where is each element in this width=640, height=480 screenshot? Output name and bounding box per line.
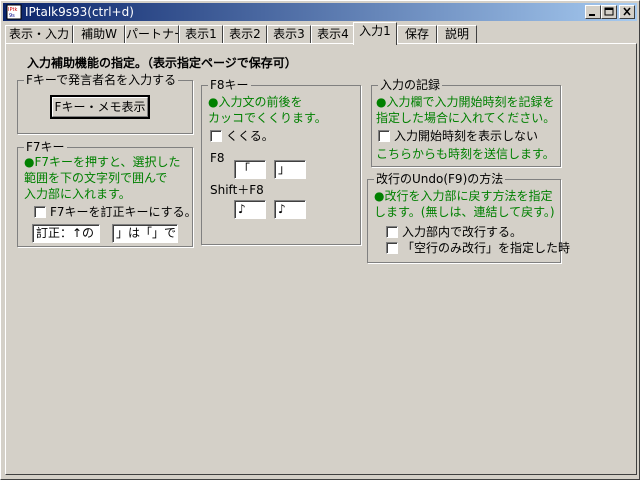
tab-partner[interactable]: パートナー: [125, 25, 179, 43]
maximize-button[interactable]: [601, 5, 617, 19]
input-record-group: 入力の記録 ●入力欄で入力開始時刻を記録を 指定した場合に入れてください。 入力…: [371, 78, 561, 167]
undo-newline-checkbox[interactable]: [386, 226, 398, 238]
undo-desc-line1: ●改行を入力部に戻す方法を指定: [374, 189, 553, 203]
title-bar[interactable]: IPtk 9s IPtalk9s93(ctrl+d): [3, 3, 637, 21]
page-heading: 入力補助機能の指定。（表示指定ページで保存可）: [27, 56, 297, 70]
shift-f8-open-field[interactable]: ♪: [234, 200, 266, 219]
f8-group-legend: F8キー: [208, 78, 251, 92]
svg-text:9s: 9s: [9, 13, 15, 19]
shift-f8-label: Shift＋F8: [210, 183, 264, 197]
tab-display-input[interactable]: 表示・入力: [5, 25, 73, 43]
f8-bracket-label: くくる。: [226, 129, 274, 143]
input-record-desc-line1: ●入力欄で入力開始時刻を記録を: [376, 95, 555, 109]
tab-assist-w[interactable]: 補助W: [73, 25, 125, 43]
tab-display1[interactable]: 表示1: [179, 25, 223, 43]
close-button[interactable]: [619, 5, 635, 19]
input-record-desc-line2: 指定した場合に入れてください。: [376, 111, 556, 125]
window-title: IPtalk9s93(ctrl+d): [25, 5, 134, 19]
tab-help[interactable]: 説明: [437, 25, 477, 43]
undo-newline-label: 入力部内で改行する。: [402, 225, 523, 239]
close-icon: [623, 7, 631, 16]
f8-close-field[interactable]: 」: [274, 160, 306, 179]
undo-blank-line-label: 「空行のみ改行」を指定した時: [402, 241, 571, 255]
fkey-memo-button[interactable]: Fキー・メモ表示: [50, 95, 150, 119]
undo-desc-line2: します。(無しは、連結して戻す。): [374, 205, 555, 219]
tab-strip: 表示・入力 補助W パートナー 表示1 表示2 表示3 表示4 入力1 保存 説…: [5, 22, 637, 45]
app-icon[interactable]: IPtk 9s: [6, 4, 22, 20]
minimize-button[interactable]: [585, 5, 601, 19]
tab-input1[interactable]: 入力1: [353, 22, 397, 45]
shift-f8-close-field[interactable]: ♪: [274, 200, 306, 219]
app-window: IPtk 9s IPtalk9s93(ctrl+d) 表示・入力 補助W パート…: [0, 0, 640, 480]
f7-prefix-field[interactable]: 訂正：↑の「: [32, 224, 100, 243]
f7-correction-checkbox[interactable]: [34, 206, 46, 218]
tab-display3[interactable]: 表示3: [267, 25, 311, 43]
f7-group-legend: F7キー: [24, 140, 67, 154]
f7-group: F7キー ●F7キーを押すと、選択した 範囲を下の文字列で囲んで 入力部に入れま…: [17, 140, 197, 247]
f8-desc-line1: ●入力文の前後を: [208, 95, 303, 109]
fkey-group-legend: Fキーで発言者名を入力する: [24, 73, 179, 87]
undo-group-legend: 改行のUndo(F9)の方法: [374, 172, 506, 186]
f8-key-label: F8: [210, 151, 225, 165]
f8-desc-line2: カッコでくくります。: [208, 111, 327, 125]
hide-start-time-label: 入力開始時刻を表示しない: [394, 129, 539, 143]
minimize-icon: [589, 14, 595, 16]
undo-group: 改行のUndo(F9)の方法 ●改行を入力部に戻す方法を指定 します。(無しは、…: [367, 172, 570, 263]
f7-desc-line3: 入力部に入れます。: [24, 187, 131, 201]
tab-save[interactable]: 保存: [397, 25, 437, 43]
f7-suffix-field[interactable]: 」は「」です。: [112, 224, 178, 243]
input-record-legend: 入力の記録: [378, 78, 443, 92]
f7-desc-line2: 範囲を下の文字列で囲んで: [24, 171, 168, 185]
tab-display4[interactable]: 表示4: [311, 25, 355, 43]
input-record-note: こちらからも時刻を送信します。: [376, 147, 555, 161]
f8-group: F8キー ●入力文の前後を カッコでくくります。 くくる。 F8 「 」 Shi…: [201, 78, 361, 245]
fkey-group: Fキーで発言者名を入力する Fキー・メモ表示: [17, 73, 193, 134]
f7-desc-line1: ●F7キーを押すと、選択した: [24, 155, 181, 169]
maximize-icon: [604, 7, 614, 16]
fkey-memo-button-label: Fキー・メモ表示: [52, 97, 148, 117]
undo-blank-line-checkbox[interactable]: [386, 242, 398, 254]
tab-display2[interactable]: 表示2: [223, 25, 267, 43]
f8-open-field[interactable]: 「: [234, 160, 266, 179]
f8-bracket-checkbox[interactable]: [210, 130, 222, 142]
f7-correction-label: F7キーを訂正キーにする。: [50, 205, 197, 219]
hide-start-time-checkbox[interactable]: [378, 130, 390, 142]
